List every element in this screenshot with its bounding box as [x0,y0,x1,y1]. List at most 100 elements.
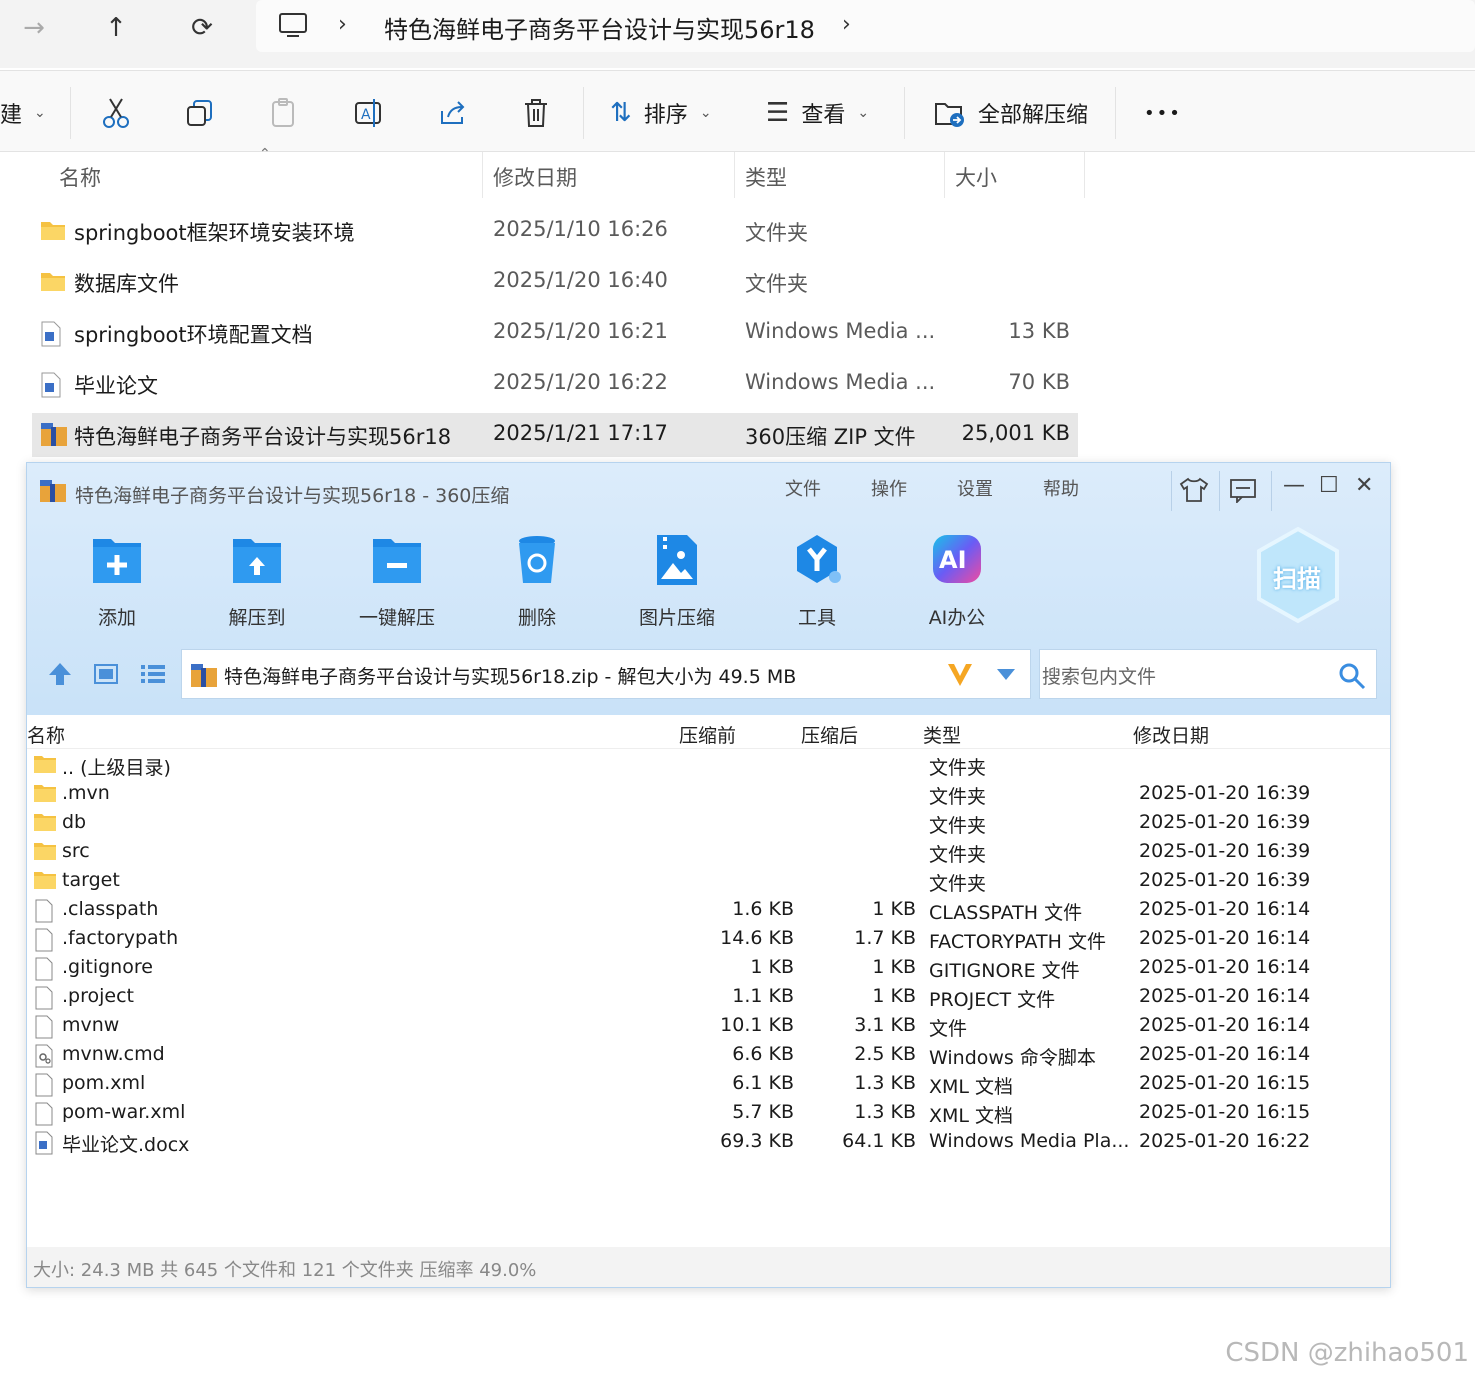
column-header-type[interactable]: 类型 [923,721,961,748]
list-view-icon[interactable] [139,663,167,685]
file-row[interactable]: 数据库文件 2025/1/20 16:40 文件夹 [32,260,1078,304]
search-placeholder: 搜索包内文件 [1042,666,1157,688]
column-header-type[interactable]: 类型 [745,162,787,192]
entry-type: 文件夹 [929,757,987,779]
tool-delete-label: 删除 [517,607,556,629]
column-header-name[interactable]: 名称 [59,162,101,192]
file-row-selected[interactable]: 特色海鲜电子商务平台设计与实现56r18 2025/1/21 17:17 360… [32,413,1078,457]
entry-modified: 2025-01-20 16:39 [1139,840,1311,862]
folder-icon [34,814,56,831]
v-logo-icon[interactable] [946,662,974,688]
entry-modified: 2025-01-20 16:39 [1139,811,1311,833]
thumbnail-view-icon[interactable] [93,663,119,685]
archive-row[interactable]: .mvn 文件夹 2025-01-20 16:39 [27,780,1390,809]
sort-button[interactable]: ⇅ 排序 ⌄ [610,95,712,131]
menu-file[interactable]: 文件 [785,475,821,501]
column-divider [944,152,945,198]
archive-row[interactable]: .factorypath 14.6 KB 1.7 KB FACTORYPATH 文件 2… [27,925,1390,954]
archive-row[interactable]: mvnw 10.1 KB 3.1 KB 文件 2025-01-20 16:14 [27,1012,1390,1041]
menu-settings[interactable]: 设置 [957,475,993,501]
tool-add-button[interactable]: 添加 [57,533,177,630]
delete-icon[interactable] [522,97,550,129]
column-header-modified[interactable]: 修改日期 [493,162,577,192]
ai-badge-text: AI [939,546,967,574]
file-row[interactable]: 毕业论文 2025/1/20 16:22 Windows Media ... 7… [32,362,1078,406]
column-header-after[interactable]: 压缩后 [801,721,858,748]
rename-icon[interactable]: A [354,97,384,129]
tool-image-compress-button[interactable]: 图片压缩 [617,533,737,630]
entry-type: PROJECT 文件 [929,989,1056,1011]
archive-row[interactable]: .gitignore 1 KB 1 KB GITIGNORE 文件 2025-01-20… [27,954,1390,983]
file-type: Windows Media ... [745,370,936,394]
file-row[interactable]: springboot框架环境安装环境 2025/1/10 16:26 文件夹 [32,209,1078,253]
copy-icon[interactable] [186,99,214,127]
entry-name: .project [62,985,134,1007]
column-header-size[interactable]: 大小 [955,162,997,192]
extract-all-icon [935,103,964,127]
tool-delete-button[interactable]: 删除 [477,533,597,630]
feedback-icon[interactable] [1229,477,1257,503]
archive-row[interactable]: mvnw.cmd 6.6 KB 2.5 KB Windows 命令脚本 2025-01-… [27,1041,1390,1070]
entry-size-after: 2.5 KB [854,1043,916,1065]
refresh-icon[interactable]: ⟳ [182,8,222,48]
up-level-icon[interactable] [47,661,73,687]
divider [1171,471,1172,511]
scan-label: 扫描 [1273,565,1321,593]
add-folder-icon [93,539,141,583]
entry-type: GITIGNORE 文件 [929,960,1080,982]
column-header-before[interactable]: 压缩前 [679,721,736,748]
breadcrumb-chevron-icon[interactable]: › [842,12,851,37]
dropdown-arrow-icon[interactable] [996,668,1016,682]
menu-help[interactable]: 帮助 [1043,475,1079,501]
archive-row[interactable]: .project 1.1 KB 1 KB PROJECT 文件 2025-01-20 1… [27,983,1390,1012]
maximize-icon[interactable]: ☐ [1319,473,1339,498]
archive-search-field[interactable]: 搜索包内文件 [1039,649,1377,699]
minimize-icon[interactable]: — [1283,473,1305,498]
forward-arrow-icon[interactable]: → [14,8,54,48]
archive-row[interactable]: 毕业论文.docx 69.3 KB 64.1 KB Windows Media Pla… [27,1128,1390,1157]
extract-all-button[interactable]: 全部解压缩 [934,95,1088,131]
column-header-modified[interactable]: 修改日期 [1133,721,1209,748]
divider [904,87,905,139]
up-arrow-icon[interactable]: ↑ [96,8,136,48]
breadcrumb-current-folder[interactable]: 特色海鲜电子商务平台设计与实现56r18 [384,10,815,45]
tool-quick-extract-button[interactable]: 一键解压 [337,533,457,630]
entry-name: pom-war.xml [62,1101,186,1123]
menu-operation[interactable]: 操作 [871,475,907,501]
close-icon[interactable]: ✕ [1355,473,1373,498]
view-button[interactable]: ☰ 查看 ⌄ [766,95,869,131]
archive-row[interactable]: src 文件夹 2025-01-20 16:39 [27,838,1390,867]
new-button[interactable]: 建 ⌄ [0,95,46,131]
more-options-button[interactable]: ••• [1144,95,1182,131]
cut-icon[interactable] [102,97,130,129]
paste-icon[interactable] [270,97,298,129]
entry-size-after: 1.7 KB [854,927,916,949]
search-icon[interactable] [1338,662,1366,690]
archive-row[interactable]: .classpath 1.6 KB 1 KB CLASSPATH 文件 2025-01-… [27,896,1390,925]
entry-modified: 2025-01-20 16:14 [1139,1043,1311,1065]
archive-row[interactable]: .. (上级目录) 文件夹 [27,751,1390,780]
file-row[interactable]: springboot环境配置文档 2025/1/20 16:21 Windows… [32,311,1078,355]
tool-ai-office-button[interactable]: AI AI办公 [897,533,1017,630]
skin-shirt-icon[interactable] [1179,477,1209,503]
entry-name: .mvn [62,782,110,804]
archive-list-header: 名称 压缩前 压缩后 类型 修改日期 [27,715,1390,749]
column-header-name[interactable]: 名称 [27,721,65,748]
archive-row[interactable]: pom.xml 6.1 KB 1.3 KB XML 文档 2025-01-20 16:1… [27,1070,1390,1099]
scan-button[interactable]: 扫描 [1253,525,1343,625]
svg-text:A: A [361,107,371,123]
tool-extract-to-button[interactable]: 解压到 [197,533,317,630]
archive-path-field[interactable]: 特色海鲜电子商务平台设计与实现56r18.zip - 解包大小为 49.5 MB [181,649,1031,699]
zip-icon [191,664,217,687]
archive-row[interactable]: pom-war.xml 5.7 KB 1.3 KB XML 文档 2025-01-20 … [27,1099,1390,1128]
delete-icon [519,536,555,583]
archive-row[interactable]: db 文件夹 2025-01-20 16:39 [27,809,1390,838]
breadcrumb-chevron-icon[interactable]: › [338,12,347,37]
tool-quick-extract-label: 一键解压 [358,607,435,629]
share-icon[interactable] [438,99,468,127]
archive-row[interactable]: target 文件夹 2025-01-20 16:39 [27,867,1390,896]
file-name: springboot框架环境安装环境 [74,221,355,245]
tool-tools-button[interactable]: 工具 [757,533,877,630]
zip-window: 特色海鲜电子商务平台设计与实现56r18 - 360压缩 文件 操作 设置 帮助… [26,462,1391,1288]
file-modified: 2025/1/20 16:21 [493,319,668,343]
